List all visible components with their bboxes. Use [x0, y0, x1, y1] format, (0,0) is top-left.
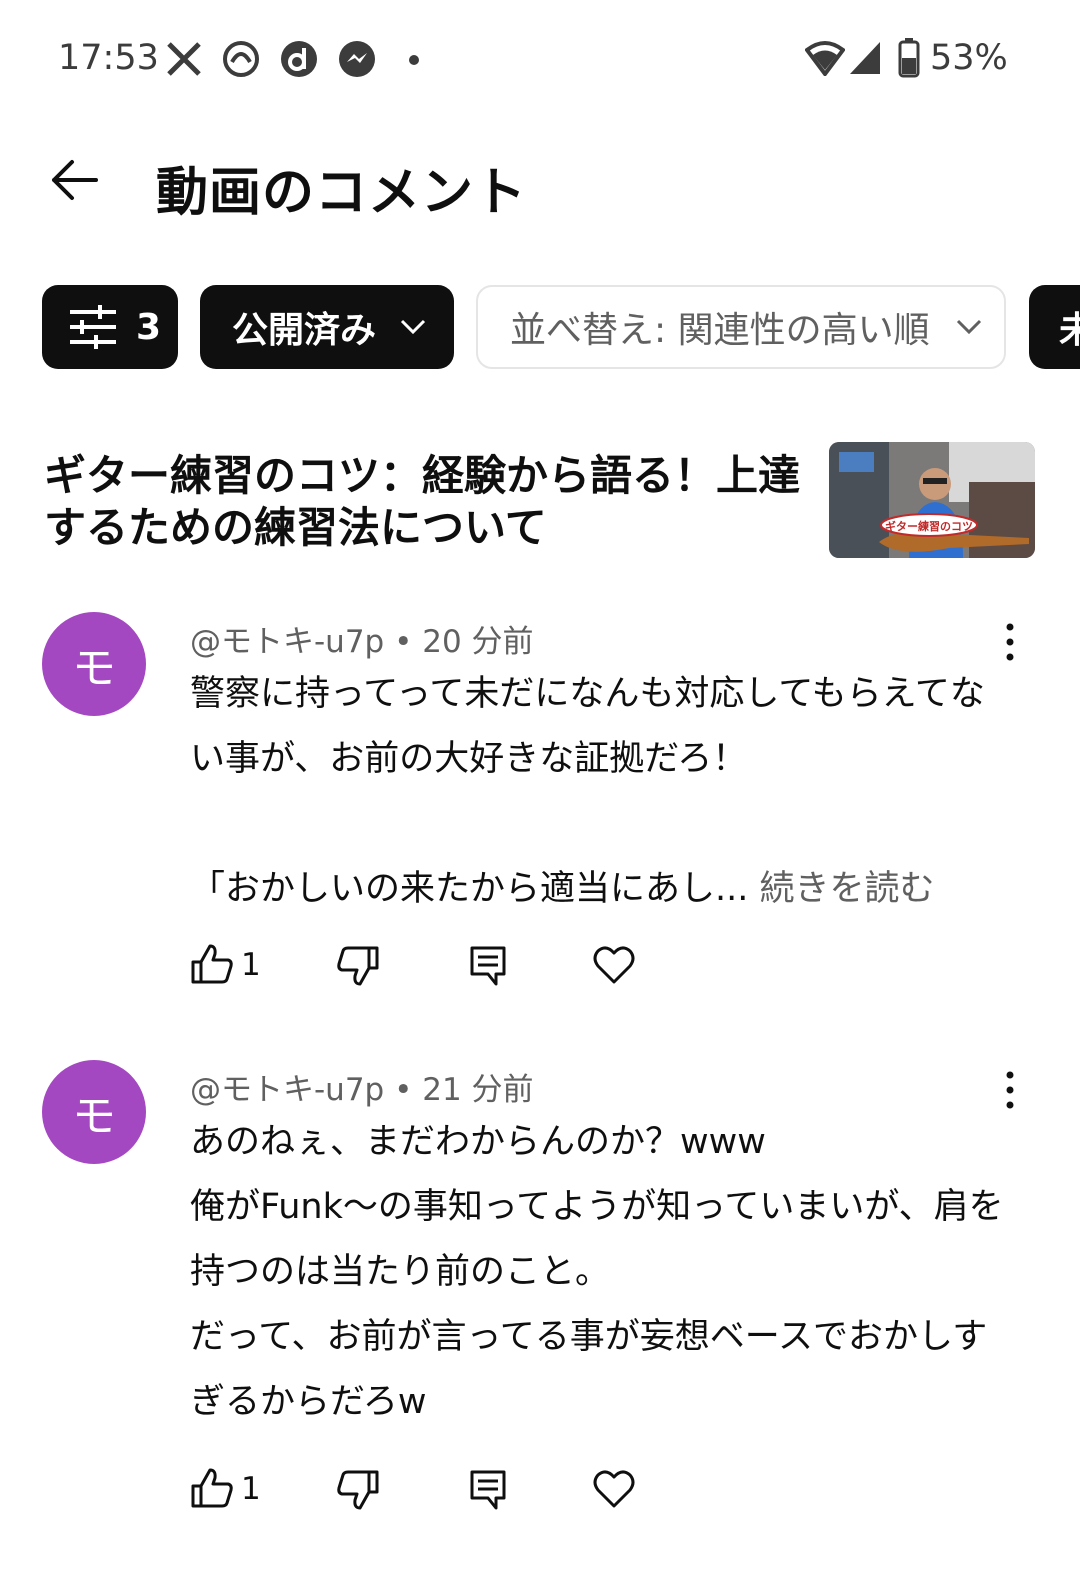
like-icon[interactable]	[190, 942, 234, 986]
filter-count: 3	[136, 306, 162, 348]
status-time: 17:53	[58, 38, 159, 78]
filter-button[interactable]: 3	[42, 285, 178, 369]
partial-chip[interactable]: 未	[1029, 285, 1080, 369]
signal-icon	[850, 42, 880, 74]
filter-sliders-icon	[70, 305, 116, 349]
battery-percent: 53%	[930, 38, 1008, 78]
comment-time: 20 分前	[422, 624, 534, 660]
dislike-icon[interactable]	[336, 944, 380, 988]
status-dropdown[interactable]: 公開済み	[200, 285, 454, 369]
back-arrow-icon[interactable]	[50, 155, 100, 205]
video-thumbnail[interactable]: ギター練習のコツ	[829, 442, 1035, 558]
app-icon	[223, 41, 259, 77]
meta-separator: •	[394, 1072, 423, 1108]
comment-time: 21 分前	[422, 1072, 534, 1108]
status-bar: 17:53 53%	[0, 0, 1080, 110]
comment-meta: @モトキ-u7p • 21 分前	[190, 1064, 534, 1109]
avatar[interactable]: モ	[42, 1060, 146, 1164]
wifi-icon	[805, 41, 845, 76]
x-icon	[167, 42, 201, 76]
d-icon	[281, 41, 317, 77]
thumbnail-image: ギター練習のコツ	[829, 442, 1035, 558]
messenger-icon	[339, 41, 375, 77]
comment-text: 警察に持ってって未だになんも対応してもらえてない事が、お前の大好きな証拠だろ！ …	[190, 662, 1010, 922]
meta-separator: •	[394, 624, 423, 660]
thumbnail-caption: ギター練習のコツ	[885, 519, 973, 533]
like-icon[interactable]	[190, 1466, 234, 1510]
comment-meta: @モトキ-u7p • 20 分前	[190, 616, 534, 661]
heart-icon[interactable]	[592, 1466, 636, 1510]
battery-icon	[898, 38, 920, 78]
comment-text: あのねぇ、まだわからんのか？www 俺がFunk～の事知ってようが知っていまいが…	[190, 1122, 1004, 1422]
comment-author[interactable]: @モトキ-u7p	[190, 624, 384, 660]
heart-icon[interactable]	[592, 942, 636, 986]
more-options-icon[interactable]	[992, 1068, 1028, 1112]
video-title[interactable]: ギター練習のコツ：経験から語る！上達するための練習法について	[44, 450, 814, 554]
status-dropdown-label: 公開済み	[232, 310, 377, 351]
sort-dropdown[interactable]: 並べ替え: 関連性の高い順	[476, 285, 1006, 369]
reply-icon[interactable]	[466, 944, 510, 988]
chevron-down-icon	[956, 319, 981, 335]
avatar[interactable]: モ	[42, 612, 146, 716]
more-options-icon[interactable]	[992, 620, 1028, 664]
comment-author[interactable]: @モトキ-u7p	[190, 1072, 384, 1108]
read-more-link[interactable]: 続きを読む	[760, 869, 935, 909]
sort-dropdown-label: 並べ替え: 関連性の高い順	[510, 310, 930, 351]
partial-chip-label: 未	[1059, 310, 1080, 351]
dislike-icon[interactable]	[336, 1468, 380, 1512]
like-count: 1	[241, 1471, 261, 1507]
more-notifications-dot	[409, 55, 419, 65]
reply-icon[interactable]	[466, 1468, 510, 1512]
like-count: 1	[241, 947, 261, 983]
page-title: 動画のコメント	[156, 163, 528, 223]
chevron-down-icon	[400, 319, 426, 335]
